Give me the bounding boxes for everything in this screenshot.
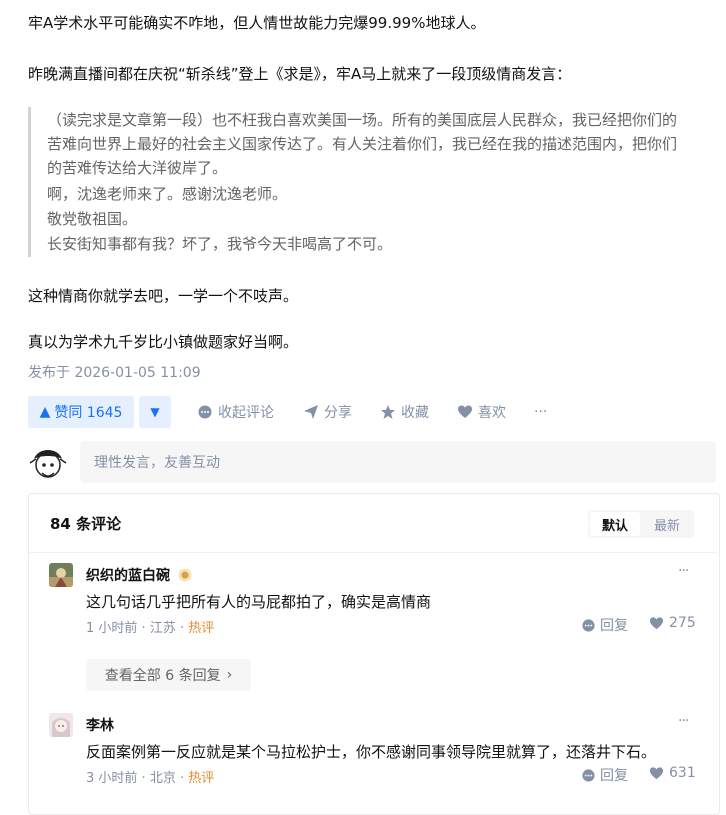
- upvote-button[interactable]: ▲ 赞同 1645: [28, 396, 134, 428]
- like-button[interactable]: 喜欢: [457, 396, 506, 428]
- reply-button[interactable]: 回复: [581, 615, 628, 635]
- comment-author[interactable]: 织织的蓝白碗: [86, 565, 192, 585]
- favorite-button[interactable]: 收藏: [380, 396, 429, 428]
- comment-count: 84 条评论: [50, 515, 122, 533]
- comment-text: 反面案例第一反应就是某个马拉松护士，你不感谢同事领导院里就算了，还落井下石。: [86, 743, 657, 761]
- avatar[interactable]: [49, 563, 73, 587]
- comment-menu-button[interactable]: ···: [678, 563, 689, 579]
- like-label: 喜欢: [478, 405, 506, 421]
- sort-default-tab[interactable]: 默认: [590, 512, 640, 536]
- article-paragraph-3: 这种情商你就学去吧，一学一个不吱声。: [28, 287, 299, 305]
- avatar: [28, 443, 68, 483]
- publish-time: 发布于 2026-01-05 11:09: [28, 365, 201, 381]
- reply-button[interactable]: 回复: [581, 765, 628, 785]
- article-paragraph-4: 真以为学术九千岁比小镇做题家好当啊。: [28, 333, 299, 351]
- comment-menu-button[interactable]: ···: [678, 713, 689, 729]
- triangle-down-icon: ▼: [150, 405, 160, 419]
- heart-icon: [649, 616, 664, 629]
- comment-text: 这几句话几乎把所有人的马屁都拍了，确实是高情商: [86, 593, 432, 611]
- paper-plane-icon: [304, 405, 318, 419]
- favorite-label: 收藏: [401, 405, 429, 421]
- quote-line: 长安街知事都有我？坏了，我爷今天非喝高了不可。: [47, 235, 393, 253]
- comment-like-button[interactable]: 275: [649, 615, 696, 631]
- article-paragraph-1: 牢A学术水平可能确实不咋地，但人情世故能力完爆99.99%地球人。: [28, 14, 486, 32]
- quote-line: 啊，沈逸老师来了。感谢沈逸老师。: [47, 185, 288, 203]
- heart-icon: [649, 766, 664, 779]
- triangle-up-icon: ▲: [39, 404, 51, 420]
- comment-bubble-icon: [582, 768, 595, 782]
- comment-like-button[interactable]: 631: [649, 765, 696, 781]
- upvote-label: 赞同 1645: [54, 405, 123, 421]
- chevron-right-icon: ›: [226, 667, 233, 683]
- comment-author[interactable]: 李林: [86, 715, 114, 735]
- share-label: 分享: [324, 405, 352, 421]
- quote-line: 的苦难传达给大洋彼岸了。: [47, 159, 228, 177]
- view-all-replies-button[interactable]: 查看全部 6 条回复 ›: [86, 659, 251, 691]
- comment-input[interactable]: 理性发言，友善互动: [80, 441, 716, 483]
- more-label: ···: [534, 404, 548, 420]
- heart-icon: [458, 405, 472, 418]
- article-paragraph-2: 昨晚满直播间都在庆祝“斩杀线”登上《求是》，牢A马上就来了一段顶级情商发言：: [28, 65, 572, 83]
- divider: [29, 552, 717, 553]
- comment-meta: 3 小时前 · 北京 · 热评: [86, 771, 215, 786]
- star-icon: [381, 405, 395, 419]
- share-button[interactable]: 分享: [303, 396, 352, 428]
- comment-bubble-icon: [582, 618, 595, 632]
- more-actions-button[interactable]: ···: [534, 396, 547, 428]
- collapse-comments-label: 收起评论: [218, 405, 274, 421]
- quote-line: 敬党敬祖国。: [47, 210, 138, 228]
- collapse-comments-button[interactable]: 收起评论: [197, 396, 274, 428]
- comment-meta: 1 小时前 · 江苏 · 热评: [86, 621, 215, 636]
- comment-bubble-icon: [198, 405, 212, 419]
- sort-latest-tab[interactable]: 最新: [642, 512, 692, 536]
- avatar[interactable]: [49, 713, 73, 737]
- quote-line: 苦难向世界上最好的社会主义国家传达了。有人关注着你们，我已经在我的描述范围内，把…: [47, 135, 678, 153]
- downvote-button[interactable]: ▼: [139, 396, 171, 428]
- badge-icon: [178, 568, 192, 582]
- quote-line: （读完求是文章第一段）也不枉我白喜欢美国一场。所有的美国底层人民群众，我已经把你…: [47, 111, 678, 129]
